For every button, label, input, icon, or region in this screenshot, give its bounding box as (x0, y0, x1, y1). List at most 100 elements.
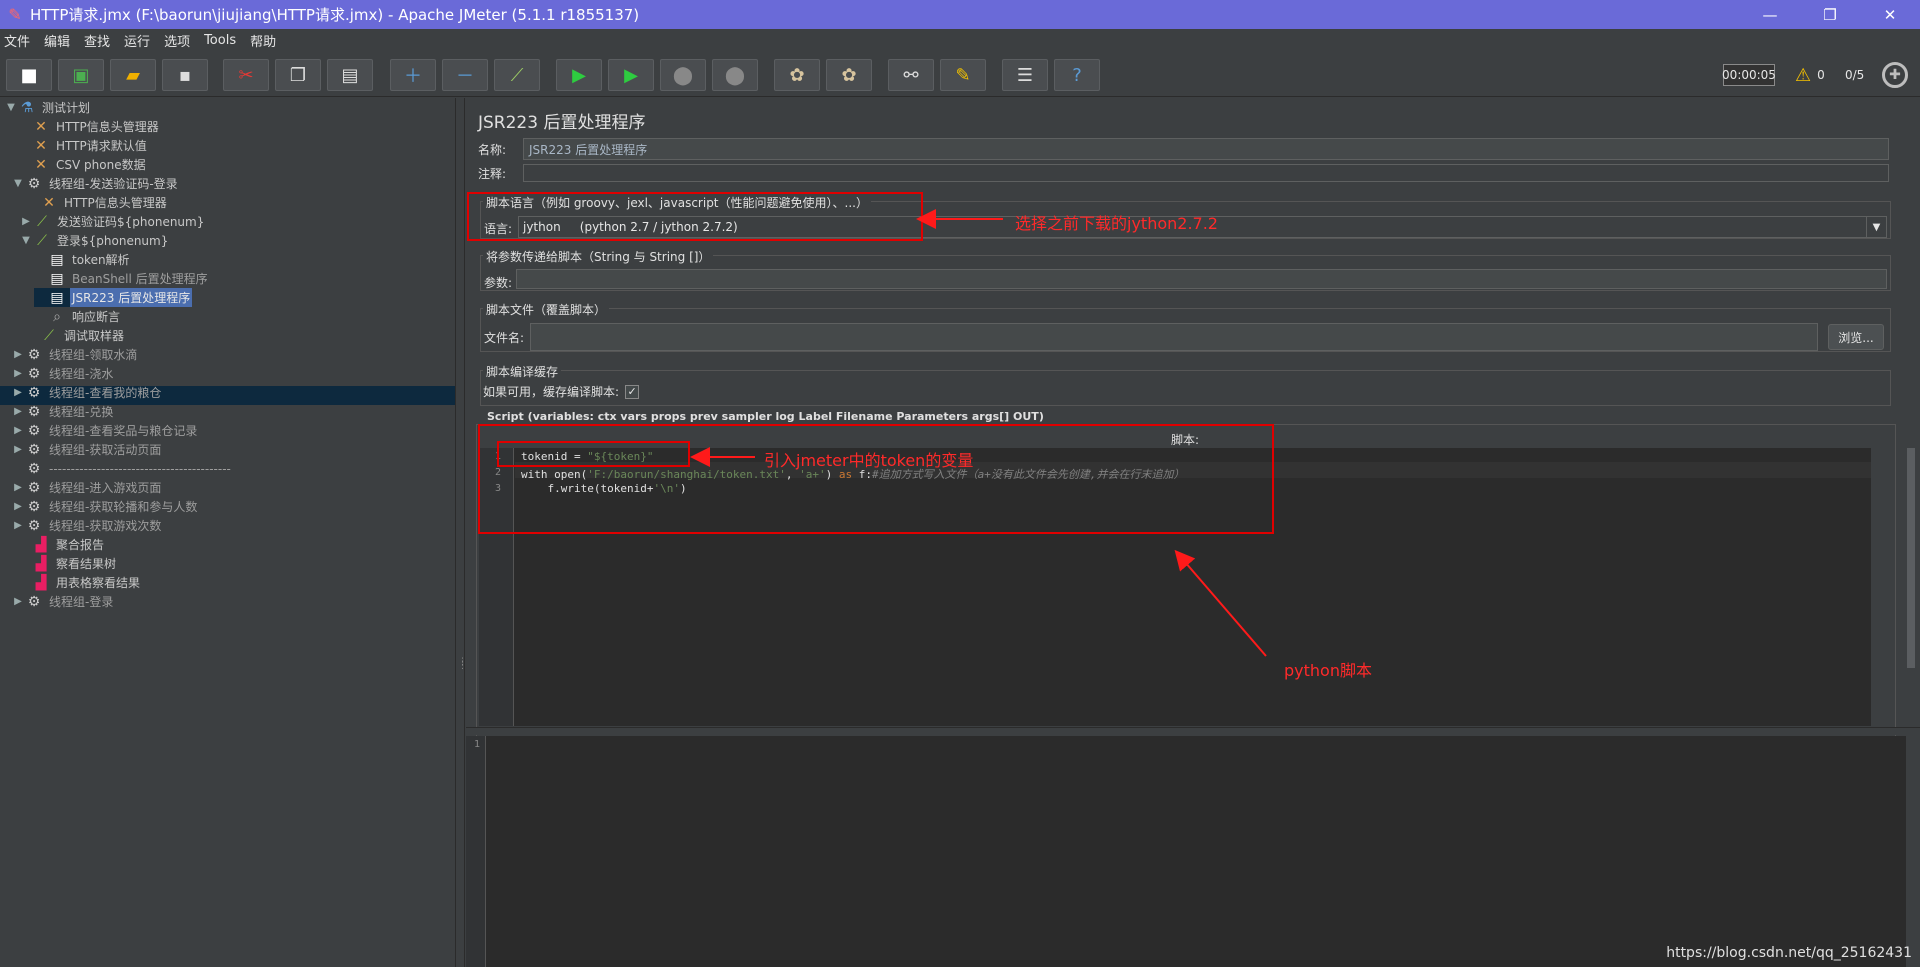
parameters-label: 参数: (484, 276, 513, 290)
tree-node[interactable]: ✕ HTTP信息头管理器 (26, 193, 169, 212)
tree-node-thread-group[interactable]: ▶ ⚙ 线程组-获取轮播和参与人数 (11, 497, 199, 516)
tree-node[interactable]: ▤ BeanShell 后置处理程序 (34, 269, 210, 288)
toggle-icon[interactable]: ⟋ (494, 59, 540, 91)
collapse-arrow-icon[interactable]: ▶ (11, 368, 25, 379)
cache-checkbox[interactable]: ✓ (625, 384, 640, 399)
tree-node-thread-group[interactable]: ▶ ⚙ 线程组-进入游戏页面 (11, 478, 163, 497)
collapse-arrow-icon[interactable]: ▶ (11, 444, 25, 455)
tree-node[interactable]: ✕ CSV phone数据 (18, 155, 148, 174)
tree-node[interactable]: ▟ 用表格察看结果 (18, 573, 142, 592)
wrench-icon: ✕ (35, 156, 47, 173)
expand-icon[interactable]: ＋ (390, 59, 436, 91)
pipette-icon: ⟋ (44, 327, 54, 344)
panel-splitter[interactable]: ⋮ ⋮ (455, 98, 467, 967)
expand-arrow-icon[interactable]: ▼ (19, 235, 33, 246)
menu-tools[interactable]: Tools (204, 33, 236, 48)
tree-node[interactable]: ✕ HTTP请求默认值 (18, 136, 149, 155)
tree-node-thread-group[interactable]: ▶ ⚙ 线程组-浇水 (11, 364, 115, 383)
warning-icon: ⚠ (1795, 64, 1812, 86)
help-icon[interactable]: ? (1054, 59, 1100, 91)
compile-cache-group (480, 370, 1891, 406)
clear-icon[interactable]: ✿ (774, 59, 820, 91)
expand-arrow-icon[interactable]: ▼ (11, 178, 25, 189)
restore-button[interactable]: ❐ (1800, 0, 1860, 29)
menu-options[interactable]: 选项 (164, 31, 190, 50)
test-plan-tree: ▼ ⚗ 测试计划 ✕ HTTP信息头管理器 ✕ HTTP请求默认值 ✕ CSV phone… (0, 98, 455, 967)
browse-button[interactable]: 浏览... (1828, 324, 1884, 350)
close-button[interactable]: ✕ (1860, 0, 1920, 29)
warnings-indicator[interactable]: ⚠ 0 (1795, 64, 1825, 86)
collapse-arrow-icon[interactable]: ▶ (19, 216, 33, 227)
stop-icon[interactable]: ⬤ (660, 59, 706, 91)
editor-scrollbar[interactable] (1906, 448, 1916, 726)
tree-node[interactable]: ✕ HTTP信息头管理器 (18, 117, 161, 136)
shutdown-icon[interactable]: ⬤ (712, 59, 758, 91)
tree-node-thread-group[interactable]: ▶ ⚙ 线程组-兑换 (11, 402, 115, 421)
tree-node[interactable]: ▟ 聚合报告 (18, 535, 106, 554)
tree-node-selected[interactable]: ▤ JSR223 后置处理程序 (34, 288, 193, 307)
tree-node-thread-group[interactable]: ▶ ⚙ 线程组-查看我的粮仓 (11, 383, 163, 402)
chart-icon: ▟ (35, 536, 47, 553)
menu-bar: 文件 编辑 查找 运行 选项 Tools 帮助 (0, 29, 1920, 51)
output-editor[interactable]: 1 (466, 736, 1906, 967)
collapse-arrow-icon[interactable]: ▶ (11, 387, 25, 398)
name-input[interactable]: JSR223 后置处理程序 (523, 138, 1889, 160)
menu-file[interactable]: 文件 (4, 31, 30, 50)
tree-node-thread-group[interactable]: ▶ ⚙ 线程组-获取游戏次数 (11, 516, 163, 535)
annotation-box-language (467, 192, 923, 241)
tree-node[interactable]: ▼ ⟋ 登录${phonenum} (19, 231, 170, 250)
start-no-pause-icon[interactable]: ▶ (608, 59, 654, 91)
collapse-arrow-icon[interactable]: ▶ (11, 482, 25, 493)
tree-node[interactable]: ▟ 察看结果树 (18, 554, 118, 573)
tree-node[interactable]: ⌕ 响应断言 (34, 307, 122, 326)
menu-help[interactable]: 帮助 (250, 31, 276, 50)
collapse-arrow-icon[interactable]: ▶ (11, 425, 25, 436)
tree-node-thread-group[interactable]: ▶ ⚙ 线程组-获取活动页面 (11, 440, 163, 459)
function-helper-icon[interactable]: ☰ (1002, 59, 1048, 91)
start-icon[interactable]: ▶ (556, 59, 602, 91)
tree-node-thread-group[interactable]: ▶ ⚙ 线程组-登录 (11, 592, 115, 611)
editor-splitter[interactable] (466, 727, 1920, 735)
menu-search[interactable]: 查找 (84, 31, 110, 50)
collapse-arrow-icon[interactable]: ▶ (11, 520, 25, 531)
parameters-input[interactable] (516, 269, 1887, 289)
tree-node-separator[interactable]: ⚙ ---------------------------------------… (11, 459, 233, 478)
open-icon[interactable]: ▰ (110, 59, 156, 91)
minimize-button[interactable]: — (1740, 0, 1800, 29)
copy-icon[interactable]: ❐ (275, 59, 321, 91)
new-icon[interactable]: ■ (6, 59, 52, 91)
tree-node-thread-group[interactable]: ▶ ⚙ 线程组-领取水滴 (11, 345, 139, 364)
save-icon[interactable]: ▪ (162, 59, 208, 91)
wrench-icon: ✕ (43, 194, 55, 211)
comment-input[interactable] (523, 164, 1889, 182)
tree-node[interactable]: ▶ ⟋ 发送验证码${phonenum} (19, 212, 206, 231)
expand-arrow-icon[interactable]: ▼ (4, 102, 18, 113)
gear-icon: ⚙ (27, 175, 41, 192)
scrollbar-thumb[interactable] (1907, 448, 1915, 668)
dropdown-arrow-icon[interactable]: ▼ (1866, 217, 1886, 237)
collapse-arrow-icon[interactable]: ▶ (11, 406, 25, 417)
warning-count: 0 (1817, 68, 1825, 82)
menu-run[interactable]: 运行 (124, 31, 150, 50)
tree-node-thread-group[interactable]: ▼ ⚙ 线程组-发送验证码-登录 (11, 174, 180, 193)
clear-all-icon[interactable]: ✿ (826, 59, 872, 91)
gear-icon: ⚙ (27, 441, 41, 458)
collapse-arrow-icon[interactable]: ▶ (11, 349, 25, 360)
reset-search-icon[interactable]: ✎ (940, 59, 986, 91)
search-icon[interactable]: ⚯ (888, 59, 934, 91)
wrench-icon: ✕ (35, 137, 47, 154)
annotation-box-token (497, 441, 690, 467)
cut-icon[interactable]: ✂ (223, 59, 269, 91)
collapse-arrow-icon[interactable]: ▶ (11, 596, 25, 607)
tree-node-thread-group[interactable]: ▶ ⚙ 线程组-查看奖品与粮仓记录 (11, 421, 199, 440)
tree-node[interactable]: ⟋ 调试取样器 (26, 326, 126, 345)
tree-node-test-plan[interactable]: ▼ ⚗ 测试计划 (4, 98, 92, 117)
annotation-language-note: 选择之前下载的jython2.7.2 (1015, 214, 1218, 233)
collapse-arrow-icon[interactable]: ▶ (11, 501, 25, 512)
filename-input[interactable] (530, 323, 1818, 351)
templates-icon[interactable]: ▣ (58, 59, 104, 91)
tree-node[interactable]: ▤ token解析 (34, 250, 132, 269)
menu-edit[interactable]: 编辑 (44, 31, 70, 50)
paste-icon[interactable]: ▤ (327, 59, 373, 91)
collapse-icon[interactable]: － (442, 59, 488, 91)
